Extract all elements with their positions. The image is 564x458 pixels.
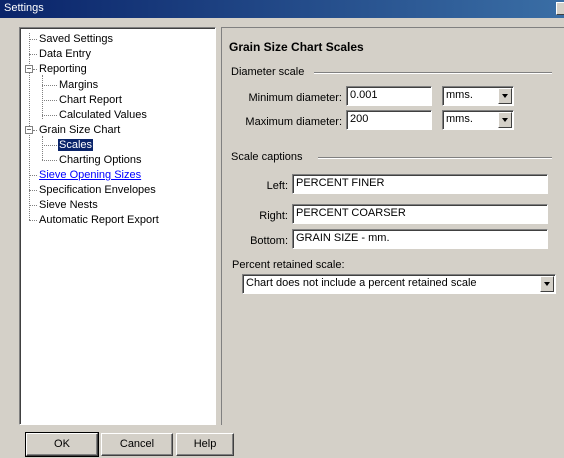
ok-button[interactable]: OK [25,432,99,457]
tree-item-saved-settings[interactable]: Saved Settings [38,33,114,45]
tree-connector [29,220,37,221]
maximum-diameter-unit-select[interactable]: mms. [442,110,514,130]
tree-connector [42,160,57,161]
unit-value: mms. [446,89,473,101]
left-caption-label: Left: [266,180,288,192]
tree-item-charting-options[interactable]: Charting Options [58,154,143,166]
tree-item-label: Chart Report [59,94,122,106]
title-bar: Settings [0,0,564,18]
tree-item-margins[interactable]: Margins [58,79,99,91]
minimum-diameter-input[interactable]: 0.001 [346,86,432,106]
percent-retained-scale-value: Chart does not include a percent retaine… [246,277,477,289]
tree-item-reporting[interactable]: Reporting [38,63,88,75]
tree-item-grain-size-chart[interactable]: Grain Size Chart [38,124,121,136]
left-caption-input[interactable]: PERCENT FINER [292,174,548,194]
tree-connector [29,205,37,206]
tree-connector [33,130,37,131]
group-divider [318,157,552,159]
tree-item-calculated-values[interactable]: Calculated Values [58,109,148,121]
tree-item-data-entry[interactable]: Data Entry [38,48,92,60]
group-divider [314,72,552,74]
tree-connector [29,54,37,55]
tree-connector [42,100,57,101]
dropdown-button[interactable] [498,112,512,128]
settings-panel: Grain Size Chart Scales Diameter scale M… [221,27,564,425]
tree-item-chart-report[interactable]: Chart Report [58,94,123,106]
percent-retained-scale-label: Percent retained scale: [232,259,345,271]
minimum-diameter-label: Minimum diameter: [248,92,342,104]
tree-item-label: Scales [56,138,95,152]
minimum-diameter-unit-select[interactable]: mms. [442,86,514,106]
tree-item-label: Margins [59,79,99,91]
tree-item-label: Sieve Nests [39,199,98,211]
dropdown-button[interactable] [498,88,512,104]
tree-item-specification-envelopes[interactable]: Specification Envelopes [38,184,157,196]
tree-item-label: Reporting [39,63,87,75]
tree-connector [42,85,57,86]
tree-item-label: Automatic Report Export [39,214,159,226]
chevron-down-icon [502,118,508,122]
help-button[interactable]: Help [176,433,234,456]
unit-value: mms. [446,113,473,125]
tree-item-sieve-opening-sizes[interactable]: Sieve Opening Sizes [38,169,142,181]
tree-item-scales[interactable]: Scales [56,138,95,152]
tree-connector [42,75,43,119]
tree-item-label: Calculated Values [59,109,147,121]
tree-connector [29,190,37,191]
tree-connector [29,39,37,40]
collapse-icon[interactable]: − [25,126,33,134]
tree-connector [42,145,57,146]
tree-item-label: Sieve Opening Sizes [39,169,142,181]
window-title: Settings [4,2,44,14]
tree-connector [33,69,37,70]
percent-retained-scale-select[interactable]: Chart does not include a percent retaine… [242,274,556,294]
bottom-caption-label: Bottom: [250,235,288,247]
tree-item-label: Specification Envelopes [39,184,156,196]
tree-connector [42,136,43,160]
cancel-button[interactable]: Cancel [101,433,173,456]
maximum-diameter-input[interactable]: 200 [346,110,432,130]
panel-heading: Grain Size Chart Scales [229,40,364,54]
maximum-diameter-label: Maximum diameter: [245,116,342,128]
settings-window: Settings − − Saved Settings Data Entry R… [0,0,564,458]
settings-tree[interactable]: − − Saved Settings Data Entry Reporting … [19,27,216,425]
tree-item-sieve-nests[interactable]: Sieve Nests [38,199,99,211]
close-button[interactable] [556,2,564,15]
tree-item-label: Saved Settings [39,33,113,45]
scale-captions-group-label: Scale captions [231,151,303,163]
tree-item-label: Grain Size Chart [39,124,121,136]
tree-item-label: Charting Options [59,154,142,166]
dropdown-button[interactable] [540,276,554,292]
tree-item-label: Data Entry [39,48,91,60]
right-caption-input[interactable]: PERCENT COARSER [292,204,548,224]
diameter-scale-group-label: Diameter scale [231,66,305,78]
bottom-caption-input[interactable]: GRAIN SIZE - mm. [292,229,548,249]
collapse-icon[interactable]: − [25,65,33,73]
chevron-down-icon [544,282,550,286]
tree-connector [42,115,57,116]
tree-connector [29,175,37,176]
tree-item-automatic-report-export[interactable]: Automatic Report Export [38,214,160,226]
right-caption-label: Right: [259,210,288,222]
chevron-down-icon [502,94,508,98]
